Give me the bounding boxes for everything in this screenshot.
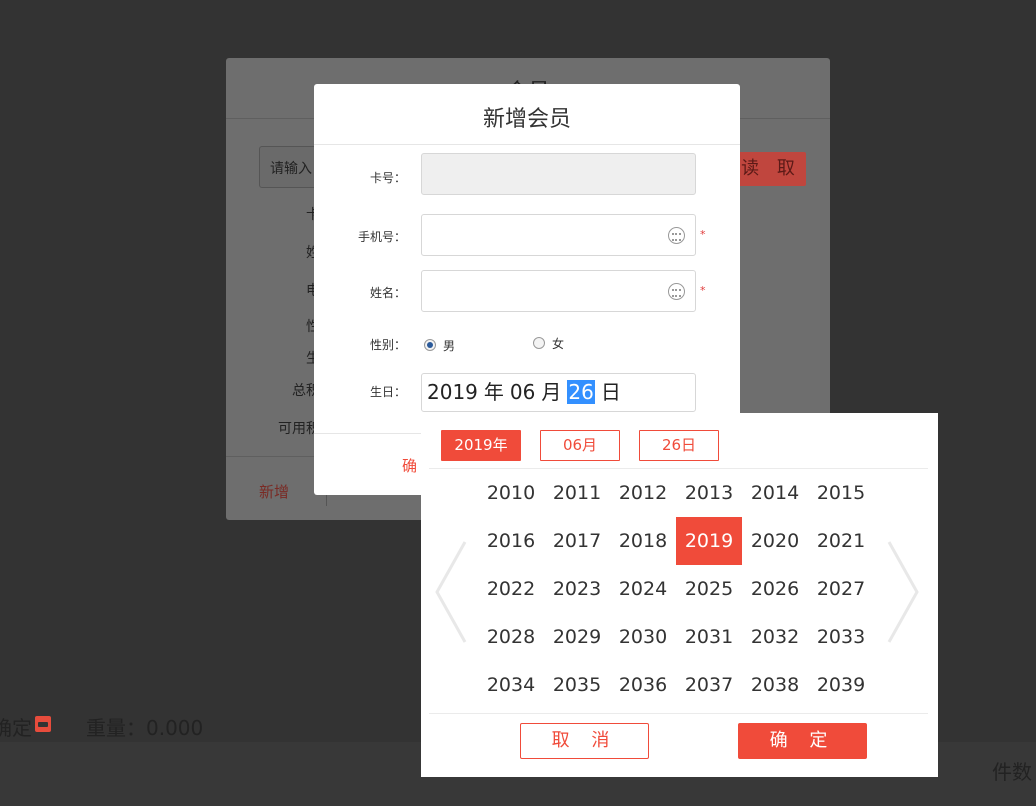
read-card-button[interactable]: 读 取: [736, 152, 806, 186]
add-member-button[interactable]: 新增: [259, 481, 289, 502]
picker-cancel-button[interactable]: 取 消: [520, 723, 649, 759]
dialog-title: 新增会员: [482, 107, 571, 132]
birthday-year-unit: 年: [483, 380, 504, 404]
gender-male-radio[interactable]: [424, 339, 436, 351]
year-cell[interactable]: 2032: [742, 613, 808, 661]
birthday-day-unit: 日: [600, 380, 621, 404]
year-cell[interactable]: 2037: [676, 661, 742, 709]
year-cell[interactable]: 2025: [676, 565, 742, 613]
required-mark: *: [700, 284, 706, 297]
year-cell[interactable]: 2018: [610, 517, 676, 565]
year-grid: 2010 2011 2012 2013 2014 2015 2016 2017 2018 2019…: [478, 469, 874, 709]
name-input[interactable]: [421, 270, 696, 312]
year-cell[interactable]: 2020: [742, 517, 808, 565]
year-cell[interactable]: 2022: [478, 565, 544, 613]
previous-page-arrow-icon[interactable]: [433, 540, 467, 644]
background-status-bar: 确定 重量：0.000: [0, 706, 420, 742]
year-cell[interactable]: 2036: [610, 661, 676, 709]
year-cell[interactable]: 2013: [676, 469, 742, 517]
picker-confirm-button[interactable]: 确 定: [738, 723, 867, 759]
background-confirm-text: 确定: [0, 716, 32, 740]
year-cell[interactable]: 2015: [808, 469, 874, 517]
year-cell[interactable]: 2038: [742, 661, 808, 709]
divider: [429, 713, 928, 714]
item-count-label: 件数: [992, 760, 1032, 784]
next-page-arrow-icon[interactable]: [887, 540, 921, 644]
phone-label: 手机号：: [357, 230, 406, 244]
year-cell[interactable]: 2030: [610, 613, 676, 661]
year-cell[interactable]: 2019: [676, 517, 742, 565]
year-cell[interactable]: 2039: [808, 661, 874, 709]
day-tab[interactable]: 26日: [639, 430, 719, 461]
birthday-month[interactable]: 06: [510, 380, 535, 404]
birthday-label: 生日：: [369, 385, 406, 399]
gender-label: 性别：: [369, 338, 406, 352]
gender-female-label: 女: [552, 337, 565, 351]
birthday-month-unit: 月: [541, 380, 562, 404]
birthday-input[interactable]: 2019 年 06 月 26 日: [421, 373, 696, 412]
month-tab[interactable]: 06月: [540, 430, 620, 461]
year-cell[interactable]: 2031: [676, 613, 742, 661]
name-label: 姓名：: [369, 286, 406, 300]
year-cell[interactable]: 2014: [742, 469, 808, 517]
keyboard-icon[interactable]: [668, 283, 685, 300]
year-cell[interactable]: 2016: [478, 517, 544, 565]
year-cell[interactable]: 2024: [610, 565, 676, 613]
year-cell[interactable]: 2034: [478, 661, 544, 709]
card-number-label: 卡号：: [369, 171, 406, 185]
keyboard-icon[interactable]: [668, 227, 685, 244]
birthday-day[interactable]: 26: [567, 380, 595, 404]
year-cell[interactable]: 2017: [544, 517, 610, 565]
printer-icon: [35, 716, 51, 732]
birthday-year[interactable]: 2019: [427, 380, 478, 404]
card-number-field: [421, 153, 696, 195]
year-cell[interactable]: 2026: [742, 565, 808, 613]
date-picker: 2019年 06月 26日 2010 2011 2012 2013 2014 2015 20…: [421, 413, 938, 777]
year-cell[interactable]: 2027: [808, 565, 874, 613]
required-mark: *: [700, 228, 706, 241]
year-cell[interactable]: 2010: [478, 469, 544, 517]
weight-readout: 重量：0.000: [86, 716, 204, 740]
gender-female-radio[interactable]: [533, 337, 545, 349]
dialog-confirm-button[interactable]: 确: [402, 455, 417, 476]
year-cell[interactable]: 2029: [544, 613, 610, 661]
year-cell[interactable]: 2023: [544, 565, 610, 613]
year-cell[interactable]: 2021: [808, 517, 874, 565]
year-tab[interactable]: 2019年: [441, 430, 521, 461]
gender-male-label: 男: [443, 339, 456, 353]
phone-input[interactable]: [421, 214, 696, 256]
year-cell[interactable]: 2028: [478, 613, 544, 661]
year-cell[interactable]: 2012: [610, 469, 676, 517]
divider: [314, 144, 740, 145]
year-cell[interactable]: 2011: [544, 469, 610, 517]
year-cell[interactable]: 2033: [808, 613, 874, 661]
year-cell[interactable]: 2035: [544, 661, 610, 709]
